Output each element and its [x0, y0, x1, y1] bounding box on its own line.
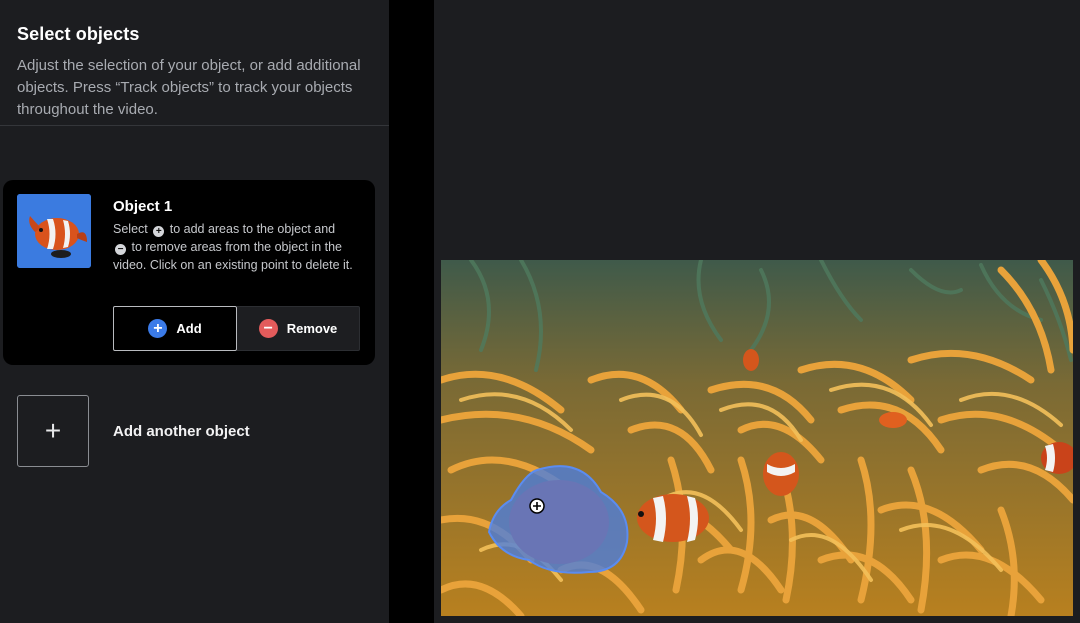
add-button-label: Add: [176, 321, 202, 336]
panel-title: Select objects: [17, 24, 140, 44]
object-selection-panel: Select objects Adjust the selection of y…: [0, 0, 389, 623]
minus-circle-icon: −: [115, 244, 126, 255]
panel-header: Select objects Adjust the selection of y…: [0, 0, 389, 126]
object-thumbnail: [17, 194, 91, 268]
add-another-object-button[interactable]: + Add another object: [17, 395, 250, 467]
add-button[interactable]: + Add: [113, 306, 237, 351]
instruction-text-3: to remove areas from the object in the v…: [113, 240, 353, 272]
panel-description: Adjust the selection of your object, or …: [17, 57, 361, 118]
plus-icon: +: [17, 395, 89, 467]
plus-circle-icon: +: [148, 319, 168, 338]
remove-button[interactable]: − Remove: [237, 306, 360, 351]
clownfish-far-right: [1041, 442, 1073, 474]
video-frame[interactable]: [441, 260, 1073, 616]
object-instructions: Select + to add areas to the object and −…: [113, 220, 361, 274]
remove-button-label: Remove: [286, 321, 338, 336]
video-viewer: [434, 0, 1080, 623]
instruction-text-2: to add areas to the object and: [169, 222, 336, 236]
plus-circle-icon: +: [153, 226, 165, 237]
plus-point-icon: [529, 498, 545, 514]
reef-video-image: [441, 260, 1073, 616]
object-title: Object 1: [113, 198, 173, 215]
add-remove-toggle: + Add − Remove: [113, 306, 360, 351]
clownfish-right: [637, 494, 709, 542]
instruction-text-1: Select: [113, 222, 148, 236]
object-card[interactable]: Object 1 Select + to add areas to the ob…: [3, 180, 375, 365]
add-another-object-label: Add another object: [113, 422, 250, 440]
clownfish-middle: [763, 452, 799, 496]
minus-circle-icon: −: [258, 319, 278, 338]
clownfish-thumbnail-image: [17, 194, 91, 268]
